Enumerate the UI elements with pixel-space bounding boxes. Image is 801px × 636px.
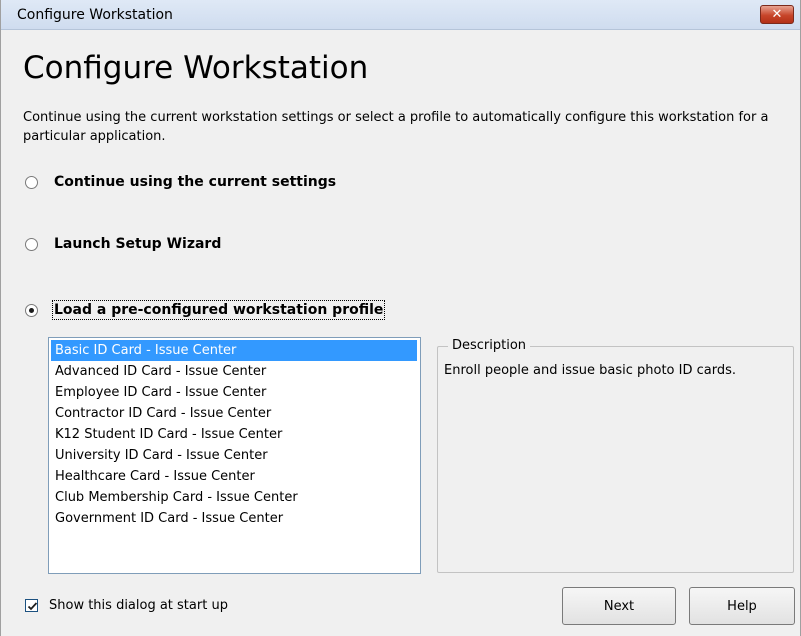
option-label: Continue using the current settings: [54, 174, 337, 190]
show-at-startup-checkbox[interactable]: [25, 599, 38, 612]
list-item[interactable]: Employee ID Card - Issue Center: [51, 382, 417, 403]
list-item[interactable]: Government ID Card - Issue Center: [51, 508, 417, 529]
description-group: Description Enroll people and issue basi…: [437, 338, 794, 573]
list-item[interactable]: K12 Student ID Card - Issue Center: [51, 424, 417, 445]
checkmark-icon: [27, 602, 38, 611]
list-item[interactable]: University ID Card - Issue Center: [51, 445, 417, 466]
list-item[interactable]: Advanced ID Card - Issue Center: [51, 361, 417, 382]
radio-launch-wizard[interactable]: [25, 237, 38, 251]
profile-listbox[interactable]: Basic ID Card - Issue Center Advanced ID…: [48, 337, 421, 574]
page-title: Configure Workstation: [23, 50, 369, 86]
list-item[interactable]: Basic ID Card - Issue Center: [51, 340, 417, 361]
radio-load-profile[interactable]: [25, 303, 38, 317]
list-item[interactable]: Contractor ID Card - Issue Center: [51, 403, 417, 424]
description-text: Enroll people and issue basic photo ID c…: [444, 363, 737, 378]
show-at-startup-label: Show this dialog at start up: [49, 598, 228, 613]
help-button[interactable]: Help: [689, 587, 795, 625]
option-launch-wizard[interactable]: Launch Setup Wizard: [25, 234, 221, 254]
description-legend: Description: [448, 338, 531, 353]
radio-continue-current[interactable]: [25, 175, 38, 189]
window-title: Configure Workstation: [17, 7, 173, 23]
option-label: Launch Setup Wizard: [54, 236, 222, 252]
option-continue-current[interactable]: Continue using the current settings: [25, 172, 336, 192]
option-label: Load a pre-configured workstation profil…: [51, 300, 386, 320]
option-load-profile[interactable]: Load a pre-configured workstation profil…: [25, 300, 386, 320]
intro-text: Continue using the current workstation s…: [23, 110, 769, 144]
next-button[interactable]: Next: [562, 587, 676, 625]
configure-workstation-dialog: Configure Workstation ✕ Configure Workst…: [0, 0, 801, 636]
list-item[interactable]: Club Membership Card - Issue Center: [51, 487, 417, 508]
title-bar: Configure Workstation ✕: [1, 0, 800, 30]
close-button[interactable]: ✕: [760, 5, 794, 24]
close-icon: ✕: [771, 7, 783, 22]
show-at-startup-option[interactable]: Show this dialog at start up: [25, 598, 228, 613]
list-item[interactable]: Healthcare Card - Issue Center: [51, 466, 417, 487]
